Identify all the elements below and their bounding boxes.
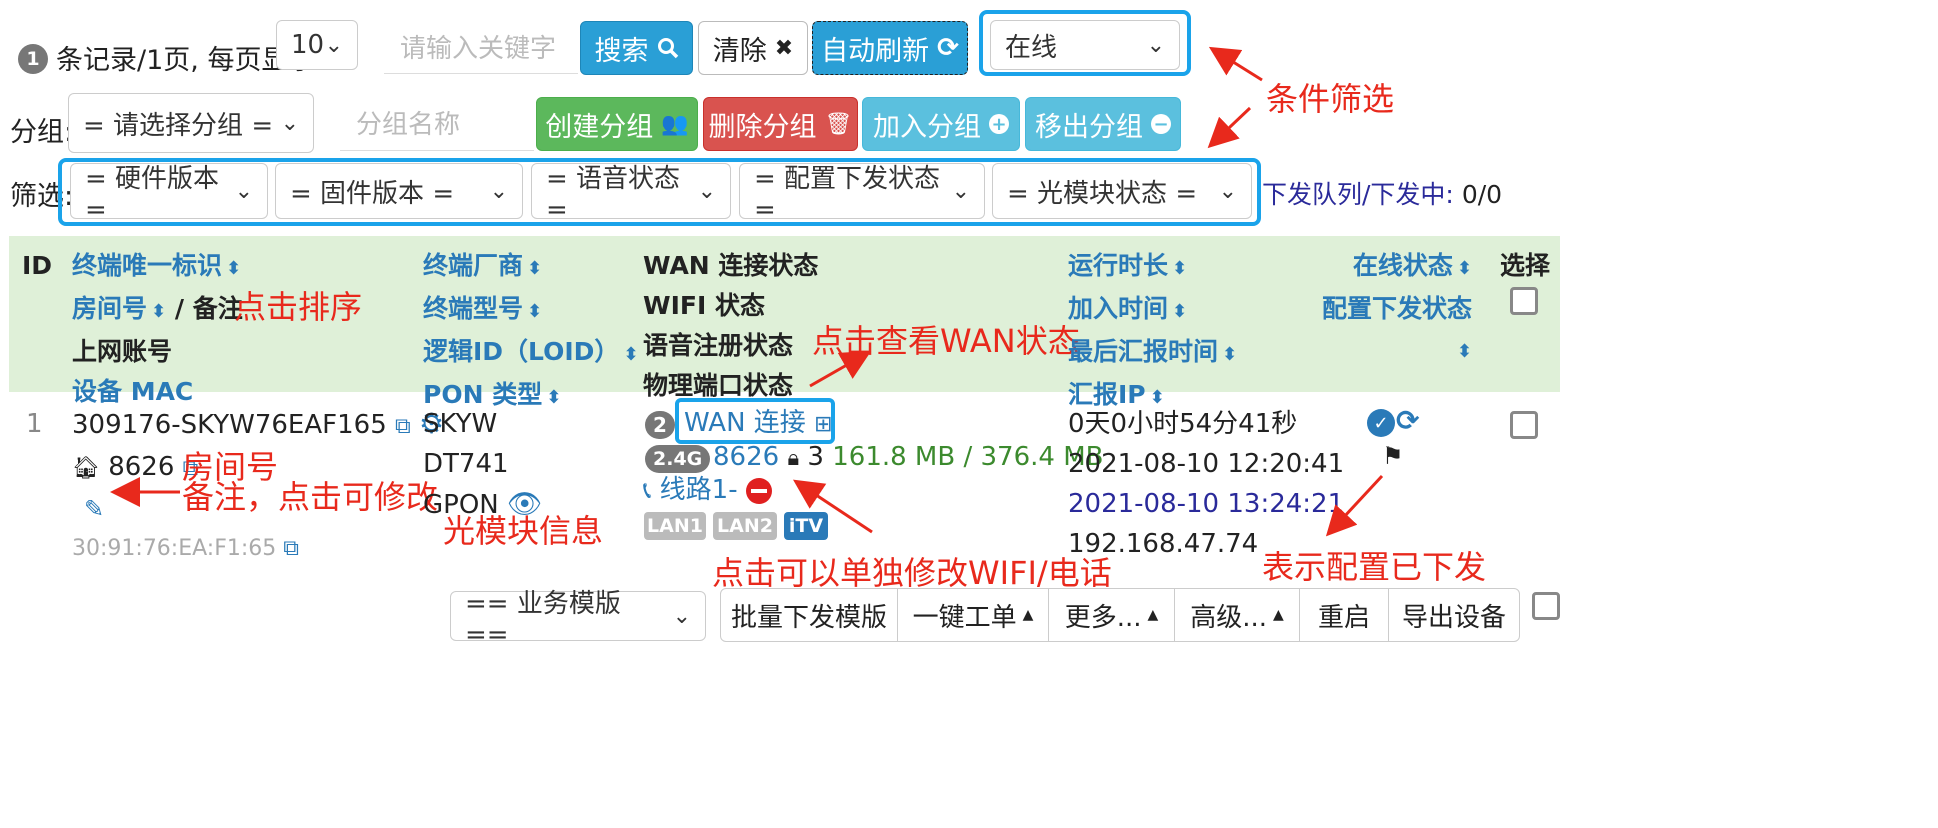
- annotation-arrows: [110, 46, 1384, 537]
